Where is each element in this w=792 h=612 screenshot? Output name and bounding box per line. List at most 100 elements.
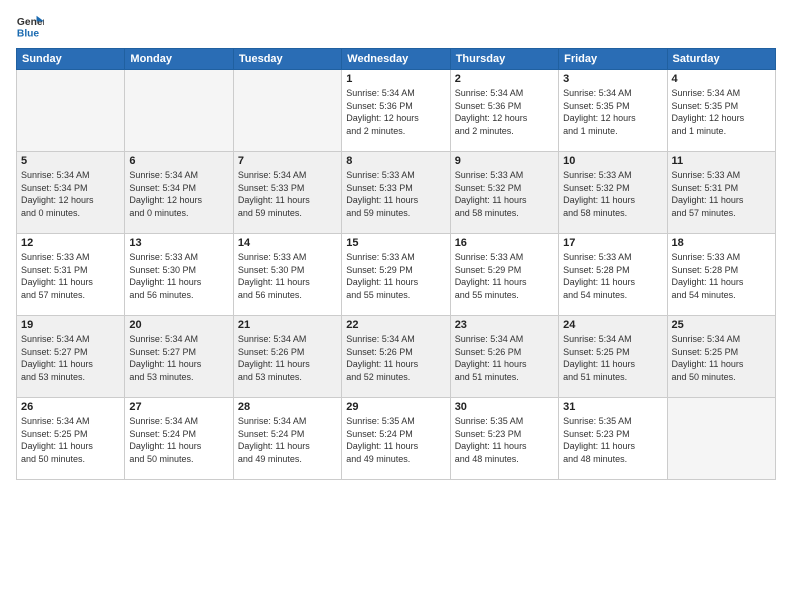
- week-row-5: 26 Sunrise: 5:34 AM Sunset: 5:25 PM Dayli…: [17, 398, 776, 480]
- day-number: 23: [455, 319, 554, 331]
- day-info: Sunrise: 5:33 AM Sunset: 5:31 PM Dayligh…: [21, 251, 120, 301]
- calendar-table: SundayMondayTuesdayWednesdayThursdayFrid…: [16, 48, 776, 480]
- calendar-page: General Blue SundayMondayTuesdayWednesda…: [0, 0, 792, 612]
- day-info: Sunrise: 5:34 AM Sunset: 5:26 PM Dayligh…: [238, 333, 337, 383]
- day-info: Sunrise: 5:33 AM Sunset: 5:28 PM Dayligh…: [563, 251, 662, 301]
- weekday-monday: Monday: [125, 49, 233, 70]
- calendar-cell: 9 Sunrise: 5:33 AM Sunset: 5:32 PM Daylig…: [450, 152, 558, 234]
- calendar-cell: 18 Sunrise: 5:33 AM Sunset: 5:28 PM Dayli…: [667, 234, 775, 316]
- day-info: Sunrise: 5:33 AM Sunset: 5:29 PM Dayligh…: [346, 251, 445, 301]
- calendar-cell: 2 Sunrise: 5:34 AM Sunset: 5:36 PM Daylig…: [450, 70, 558, 152]
- day-info: Sunrise: 5:34 AM Sunset: 5:25 PM Dayligh…: [672, 333, 771, 383]
- header: General Blue: [16, 12, 776, 40]
- calendar-cell: 3 Sunrise: 5:34 AM Sunset: 5:35 PM Daylig…: [559, 70, 667, 152]
- day-number: 9: [455, 155, 554, 167]
- day-info: Sunrise: 5:33 AM Sunset: 5:30 PM Dayligh…: [129, 251, 228, 301]
- calendar-cell: 28Sunrise: 5:34 AM Sunset: 5:24 PM Dayli…: [233, 398, 341, 480]
- calendar-cell: 13 Sunrise: 5:33 AM Sunset: 5:30 PM Dayli…: [125, 234, 233, 316]
- calendar-cell: 14Sunrise: 5:33 AM Sunset: 5:30 PM Dayli…: [233, 234, 341, 316]
- calendar-cell: 19 Sunrise: 5:34 AM Sunset: 5:27 PM Dayli…: [17, 316, 125, 398]
- calendar-cell: 7Sunrise: 5:34 AM Sunset: 5:33 PM Daylig…: [233, 152, 341, 234]
- day-number: 18: [672, 237, 771, 249]
- day-number: 27: [129, 401, 228, 413]
- day-info: Sunrise: 5:34 AM Sunset: 5:35 PM Dayligh…: [672, 87, 771, 137]
- day-info: Sunrise: 5:35 AM Sunset: 5:23 PM Dayligh…: [563, 415, 662, 465]
- day-info: Sunrise: 5:34 AM Sunset: 5:35 PM Dayligh…: [563, 87, 662, 137]
- day-number: 8: [346, 155, 445, 167]
- calendar-cell: [233, 70, 341, 152]
- week-row-4: 19 Sunrise: 5:34 AM Sunset: 5:27 PM Dayli…: [17, 316, 776, 398]
- day-number: 19: [21, 319, 120, 331]
- calendar-cell: 22 Sunrise: 5:34 AM Sunset: 5:26 PM Dayli…: [342, 316, 450, 398]
- calendar-cell: 4 Sunrise: 5:34 AM Sunset: 5:35 PM Daylig…: [667, 70, 775, 152]
- day-info: Sunrise: 5:34 AM Sunset: 5:26 PM Dayligh…: [455, 333, 554, 383]
- calendar-cell: [125, 70, 233, 152]
- calendar-cell: 31 Sunrise: 5:35 AM Sunset: 5:23 PM Dayli…: [559, 398, 667, 480]
- day-number: 29: [346, 401, 445, 413]
- calendar-cell: 24 Sunrise: 5:34 AM Sunset: 5:25 PM Dayli…: [559, 316, 667, 398]
- day-number: 26: [21, 401, 120, 413]
- calendar-cell: 16 Sunrise: 5:33 AM Sunset: 5:29 PM Dayli…: [450, 234, 558, 316]
- day-info: Sunrise: 5:34 AM Sunset: 5:24 PM Dayligh…: [129, 415, 228, 465]
- day-number: 2: [455, 73, 554, 85]
- calendar-cell: 6 Sunrise: 5:34 AM Sunset: 5:34 PM Daylig…: [125, 152, 233, 234]
- calendar-cell: [667, 398, 775, 480]
- day-info: Sunrise: 5:34 AM Sunset: 5:36 PM Dayligh…: [455, 87, 554, 137]
- day-number: 5: [21, 155, 120, 167]
- day-number: 13: [129, 237, 228, 249]
- day-info: Sunrise: 5:34 AM Sunset: 5:34 PM Dayligh…: [129, 169, 228, 219]
- logo-icon: General Blue: [16, 12, 44, 40]
- day-number: 1: [346, 73, 445, 85]
- day-number: 15: [346, 237, 445, 249]
- calendar-cell: 12 Sunrise: 5:33 AM Sunset: 5:31 PM Dayli…: [17, 234, 125, 316]
- day-number: 11: [672, 155, 771, 167]
- day-info: Sunrise: 5:33 AM Sunset: 5:28 PM Dayligh…: [672, 251, 771, 301]
- calendar-cell: [17, 70, 125, 152]
- day-info: Sunrise: 5:35 AM Sunset: 5:24 PM Dayligh…: [346, 415, 445, 465]
- day-number: 12: [21, 237, 120, 249]
- calendar-cell: 30Sunrise: 5:35 AM Sunset: 5:23 PM Dayli…: [450, 398, 558, 480]
- calendar-cell: 21 Sunrise: 5:34 AM Sunset: 5:26 PM Dayli…: [233, 316, 341, 398]
- week-row-1: 1 Sunrise: 5:34 AM Sunset: 5:36 PM Daylig…: [17, 70, 776, 152]
- day-number: 16: [455, 237, 554, 249]
- day-number: 20: [129, 319, 228, 331]
- calendar-cell: 5 Sunrise: 5:34 AM Sunset: 5:34 PM Daylig…: [17, 152, 125, 234]
- day-number: 7: [238, 155, 337, 167]
- day-info: Sunrise: 5:35 AM Sunset: 5:23 PM Dayligh…: [455, 415, 554, 465]
- day-info: Sunrise: 5:33 AM Sunset: 5:29 PM Dayligh…: [455, 251, 554, 301]
- week-row-2: 5 Sunrise: 5:34 AM Sunset: 5:34 PM Daylig…: [17, 152, 776, 234]
- day-number: 4: [672, 73, 771, 85]
- day-number: 3: [563, 73, 662, 85]
- day-info: Sunrise: 5:33 AM Sunset: 5:32 PM Dayligh…: [455, 169, 554, 219]
- day-number: 24: [563, 319, 662, 331]
- day-number: 25: [672, 319, 771, 331]
- weekday-friday: Friday: [559, 49, 667, 70]
- day-info: Sunrise: 5:33 AM Sunset: 5:33 PM Dayligh…: [346, 169, 445, 219]
- day-info: Sunrise: 5:34 AM Sunset: 5:27 PM Dayligh…: [129, 333, 228, 383]
- day-info: Sunrise: 5:34 AM Sunset: 5:25 PM Dayligh…: [21, 415, 120, 465]
- day-number: 22: [346, 319, 445, 331]
- weekday-thursday: Thursday: [450, 49, 558, 70]
- day-number: 10: [563, 155, 662, 167]
- day-info: Sunrise: 5:34 AM Sunset: 5:34 PM Dayligh…: [21, 169, 120, 219]
- day-info: Sunrise: 5:34 AM Sunset: 5:25 PM Dayligh…: [563, 333, 662, 383]
- weekday-sunday: Sunday: [17, 49, 125, 70]
- day-number: 14: [238, 237, 337, 249]
- weekday-tuesday: Tuesday: [233, 49, 341, 70]
- weekday-saturday: Saturday: [667, 49, 775, 70]
- calendar-cell: 17Sunrise: 5:33 AM Sunset: 5:28 PM Dayli…: [559, 234, 667, 316]
- weekday-wednesday: Wednesday: [342, 49, 450, 70]
- day-number: 21: [238, 319, 337, 331]
- calendar-cell: 29 Sunrise: 5:35 AM Sunset: 5:24 PM Dayli…: [342, 398, 450, 480]
- calendar-cell: 26 Sunrise: 5:34 AM Sunset: 5:25 PM Dayli…: [17, 398, 125, 480]
- day-info: Sunrise: 5:34 AM Sunset: 5:26 PM Dayligh…: [346, 333, 445, 383]
- day-info: Sunrise: 5:34 AM Sunset: 5:27 PM Dayligh…: [21, 333, 120, 383]
- svg-text:Blue: Blue: [17, 28, 40, 39]
- calendar-cell: 8 Sunrise: 5:33 AM Sunset: 5:33 PM Daylig…: [342, 152, 450, 234]
- day-number: 6: [129, 155, 228, 167]
- calendar-cell: 25 Sunrise: 5:34 AM Sunset: 5:25 PM Dayli…: [667, 316, 775, 398]
- day-info: Sunrise: 5:34 AM Sunset: 5:24 PM Dayligh…: [238, 415, 337, 465]
- day-info: Sunrise: 5:33 AM Sunset: 5:32 PM Dayligh…: [563, 169, 662, 219]
- day-number: 31: [563, 401, 662, 413]
- calendar-cell: 15 Sunrise: 5:33 AM Sunset: 5:29 PM Dayli…: [342, 234, 450, 316]
